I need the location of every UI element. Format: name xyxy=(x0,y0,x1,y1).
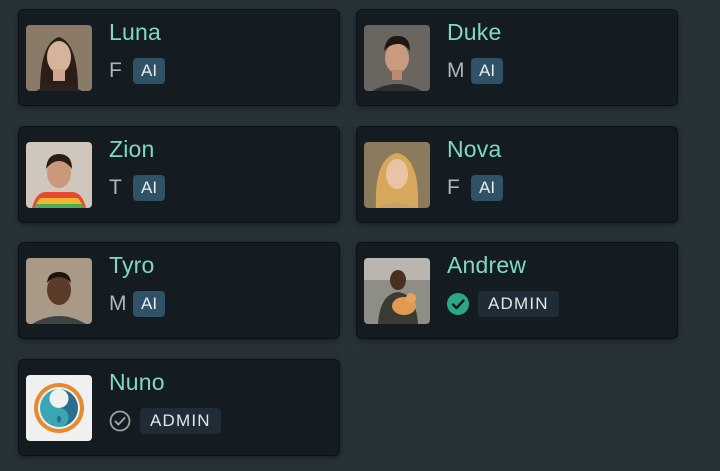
character-meta: M AI xyxy=(109,291,166,317)
character-name: Zion xyxy=(109,136,155,162)
avatar xyxy=(26,142,92,208)
user-card-nuno[interactable]: Nuno ADMIN xyxy=(18,359,340,456)
character-name: Tyro xyxy=(109,252,155,278)
gender-label: F xyxy=(109,59,122,82)
admin-badge: ADMIN xyxy=(140,408,221,434)
avatar xyxy=(364,25,430,91)
user-meta: ADMIN xyxy=(109,408,221,434)
user-card-andrew[interactable]: Andrew ADMIN xyxy=(356,242,678,339)
ai-badge: AI xyxy=(133,175,166,201)
character-name: Luna xyxy=(109,19,161,45)
character-name: Duke xyxy=(447,19,502,45)
user-meta: ADMIN xyxy=(447,291,559,317)
ai-badge: AI xyxy=(133,291,166,317)
avatar xyxy=(26,258,92,324)
ai-badge: AI xyxy=(133,58,166,84)
character-card-nova[interactable]: Nova F AI xyxy=(356,126,678,223)
character-meta: M AI xyxy=(447,58,504,84)
character-card-luna[interactable]: Luna F AI xyxy=(18,9,340,106)
character-name: Nova xyxy=(447,136,502,162)
avatar xyxy=(364,142,430,208)
avatar xyxy=(26,25,92,91)
gender-label: M xyxy=(447,59,465,82)
avatar xyxy=(364,258,430,324)
character-card-zion[interactable]: Zion T AI xyxy=(18,126,340,223)
character-meta: F AI xyxy=(109,58,166,84)
avatar xyxy=(26,375,92,441)
user-name: Nuno xyxy=(109,369,165,395)
character-card-duke[interactable]: Duke M AI xyxy=(356,9,678,106)
character-meta: F AI xyxy=(447,175,504,201)
character-card-tyro[interactable]: Tyro M AI xyxy=(18,242,340,339)
gender-label: T xyxy=(109,176,122,199)
ai-badge: AI xyxy=(471,175,504,201)
user-name: Andrew xyxy=(447,252,527,278)
character-meta: T AI xyxy=(109,175,166,201)
outline-check-circle-icon xyxy=(109,410,131,432)
filled-check-circle-icon xyxy=(447,293,469,315)
admin-badge: ADMIN xyxy=(478,291,559,317)
gender-label: F xyxy=(447,176,460,199)
ai-badge: AI xyxy=(471,58,504,84)
gender-label: M xyxy=(109,292,127,315)
